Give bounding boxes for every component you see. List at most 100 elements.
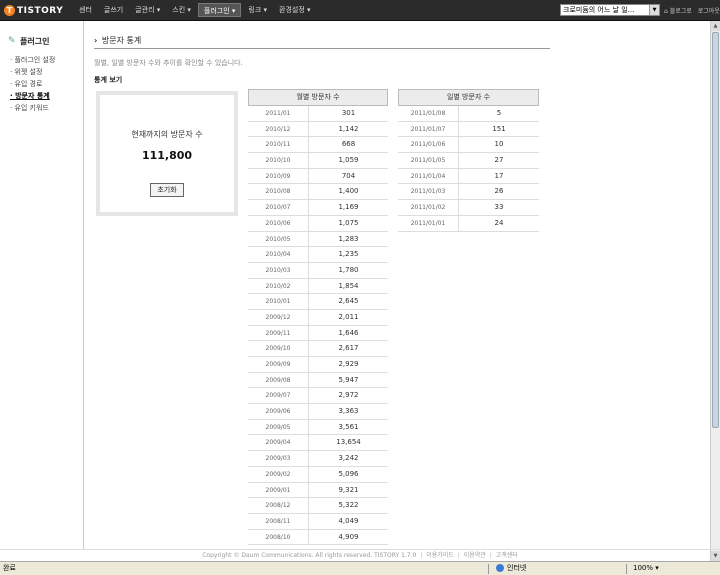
visitor-count-cell: 3,561 xyxy=(338,422,359,431)
date-cell: 2009/08 xyxy=(248,372,309,388)
nav-item[interactable]: 센터 xyxy=(74,3,97,17)
date-cell: 2011/01/03 xyxy=(398,184,459,200)
nav-item[interactable]: 글쓰기 xyxy=(99,3,128,17)
visitor-count-cell: 10 xyxy=(494,140,504,149)
visitor-count-cell: 2,011 xyxy=(338,312,359,321)
table-row: 2009/08 5,947 xyxy=(248,372,388,389)
scroll-up-icon[interactable]: ▲ xyxy=(711,21,720,31)
sidebar-item[interactable]: · 위젯 설정 xyxy=(10,66,55,78)
zoom-control[interactable]: 100% ▾ xyxy=(633,562,659,575)
table-row: 2011/01/02 33 xyxy=(398,200,539,216)
chevron-down-icon[interactable]: ▼ xyxy=(649,5,659,15)
sidebar-item[interactable]: · 유입 경로 xyxy=(10,78,55,90)
plugin-icon: ✎ xyxy=(8,36,16,46)
table-row: 2010/11 668 xyxy=(248,137,388,154)
visitor-count-cell: 26 xyxy=(494,187,504,196)
visitor-count-cell: 4,909 xyxy=(338,532,359,541)
date-cell: 2011/01/01 xyxy=(398,215,459,231)
visitor-count-cell: 17 xyxy=(494,171,504,180)
visitor-count-cell: 1,283 xyxy=(338,234,359,243)
browser-status-bar: 완료 인터넷 100% ▾ xyxy=(0,561,720,575)
monthly-table-header: 월별 방문자 수 xyxy=(248,89,388,106)
table-row: 2011/01/04 17 xyxy=(398,168,539,185)
date-cell: 2010/05 xyxy=(248,231,309,247)
table-row: 2010/07 1,169 xyxy=(248,200,388,216)
date-cell: 2010/09 xyxy=(248,168,309,184)
nav-item[interactable]: 링크 ▾ xyxy=(243,3,272,17)
visitor-count-cell: 3,242 xyxy=(338,454,359,463)
daily-table-body: 2011/01/08 5 2011/01/07 151 2011/01/06 10 2011… xyxy=(398,106,539,232)
main-menu: 센터 글쓰기 글관리 ▾ 스킨 ▾ 플러그인 ▾ 링크 ▾ 환경설정 ▾ xyxy=(74,3,318,17)
footer-guide-link[interactable]: 이용가이드 xyxy=(426,552,454,559)
table-row: 2009/06 3,363 xyxy=(248,404,388,420)
nav-item[interactable]: 환경설정 ▾ xyxy=(274,3,316,17)
main-content: › 방문자 통계 월별, 일별 방문자 수와 추이를 확인할 수 있습니다. 통… xyxy=(94,21,552,549)
page-description: 월별, 일별 방문자 수와 추이를 확인할 수 있습니다. xyxy=(94,59,243,67)
tistory-logo[interactable]: T TISTORY xyxy=(4,4,63,17)
sidebar-heading-label: 플러그인 xyxy=(20,37,50,46)
copyright-text: Copyright © Daum Communications. All rig… xyxy=(202,552,417,559)
footer-terms-link[interactable]: 이용약관 xyxy=(464,552,486,559)
go-to-blog-link[interactable]: ⌂ 블로그로 xyxy=(664,8,692,15)
date-cell: 2009/12 xyxy=(248,309,309,325)
visitor-count-cell: 151 xyxy=(492,124,506,133)
security-zone: 인터넷 xyxy=(496,562,526,575)
blog-select-dropdown[interactable]: 크로미듐의 어느 날 일... ▼ xyxy=(560,4,660,16)
nav-item[interactable]: 플러그인 ▾ xyxy=(197,3,242,17)
date-cell: 2010/07 xyxy=(248,200,309,215)
date-cell: 2011/01/08 xyxy=(398,106,459,121)
daily-table-header: 일별 방문자 수 xyxy=(398,89,539,106)
visitor-count-cell: 1,075 xyxy=(338,218,359,227)
tistory-logo-text: TISTORY xyxy=(17,5,64,16)
table-row: 2009/05 3,561 xyxy=(248,419,388,436)
globe-icon xyxy=(496,564,504,572)
visitor-count-cell: 2,645 xyxy=(338,297,359,306)
visitor-count-cell: 9,321 xyxy=(338,485,359,494)
status-divider xyxy=(626,564,627,574)
table-row: 2011/01/05 27 xyxy=(398,153,539,169)
title-divider xyxy=(94,48,550,49)
table-row: 2011/01/08 5 xyxy=(398,106,539,122)
date-cell: 2010/12 xyxy=(248,121,309,137)
status-divider xyxy=(488,564,489,574)
title-arrow-icon: › xyxy=(94,36,98,45)
logout-link[interactable]: 로그아웃 xyxy=(698,8,720,15)
monthly-visitors-table: 월별 방문자 수 2011/01 301 2010/12 1,142 2010/11 66… xyxy=(248,89,388,546)
sidebar-item[interactable]: · 유입 키워드 xyxy=(10,102,55,114)
scrollbar-thumb[interactable] xyxy=(712,32,719,428)
visitor-count-cell: 24 xyxy=(494,218,504,227)
monthly-table-body: 2011/01 301 2010/12 1,142 2010/11 668 2010/10 1… xyxy=(248,106,388,546)
reset-button[interactable]: 초기화 xyxy=(150,183,184,197)
page-title: › 방문자 통계 xyxy=(94,35,141,46)
visitor-count-cell: 3,363 xyxy=(338,407,359,416)
footer-support-link[interactable]: 고객센터 xyxy=(496,552,518,559)
date-cell: 2008/11 xyxy=(248,513,309,529)
date-cell: 2009/07 xyxy=(248,388,309,404)
table-row: 2009/01 9,321 xyxy=(248,482,388,499)
nav-item[interactable]: 글관리 ▾ xyxy=(130,3,165,17)
date-cell: 2011/01/04 xyxy=(398,168,459,184)
visitor-count-cell: 1,854 xyxy=(338,281,359,290)
top-links: ⌂ 블로그로 로그아웃 xyxy=(664,6,720,15)
page-footer: Copyright © Daum Communications. All rig… xyxy=(0,549,720,561)
visitor-count-cell: 1,646 xyxy=(338,328,359,337)
table-row: 2009/02 5,096 xyxy=(248,466,388,483)
footer-separator: | xyxy=(420,552,423,559)
date-cell: 2009/11 xyxy=(248,325,309,341)
sidebar-item[interactable]: · 플러그인 설정 xyxy=(10,54,55,66)
table-row: 2011/01/06 10 xyxy=(398,137,539,154)
table-row: 2009/03 3,242 xyxy=(248,451,388,467)
nav-item[interactable]: 스킨 ▾ xyxy=(167,3,196,17)
visitor-count-cell: 5,096 xyxy=(338,469,359,478)
vertical-scrollbar[interactable]: ▲ ▼ xyxy=(710,21,720,561)
table-row: 2010/10 1,059 xyxy=(248,153,388,169)
total-visitors-value: 111,800 xyxy=(141,149,193,162)
date-cell: 2009/06 xyxy=(248,404,309,419)
date-cell: 2011/01 xyxy=(248,106,309,121)
date-cell: 2009/02 xyxy=(248,466,309,482)
date-cell: 2009/04 xyxy=(248,435,309,451)
sidebar-item[interactable]: · 방문자 통계 xyxy=(10,90,55,102)
date-cell: 2009/03 xyxy=(248,451,309,466)
date-cell: 2010/10 xyxy=(248,153,309,168)
table-row: 2009/04 13,654 xyxy=(248,435,388,452)
